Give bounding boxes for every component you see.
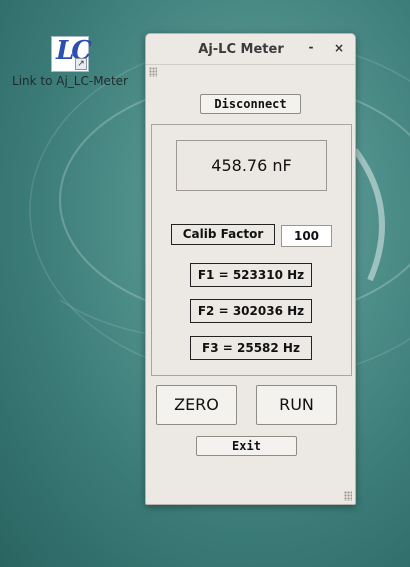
disconnect-button[interactable]: Disconnect bbox=[200, 94, 301, 114]
title-bar[interactable]: Aj-LC Meter - × bbox=[146, 34, 355, 64]
calib-factor-input[interactable] bbox=[281, 225, 332, 247]
calib-factor-label: Calib Factor bbox=[171, 224, 275, 245]
f1-readout: F1 = 523310 Hz bbox=[190, 263, 312, 287]
desktop-icon-label[interactable]: Link to Aj_LC-Meter bbox=[10, 74, 130, 88]
close-button[interactable]: × bbox=[333, 41, 345, 55]
link-arrow-icon: ↗ bbox=[75, 58, 87, 70]
lc-meter-window: Aj-LC Meter - × Disconnect 458.76 nF Cal… bbox=[145, 33, 356, 505]
lc-meter-app-icon[interactable]: LC ↗ bbox=[51, 36, 92, 72]
zero-button[interactable]: ZERO bbox=[156, 385, 237, 425]
f3-readout: F3 = 25582 Hz bbox=[190, 336, 312, 360]
minimize-button[interactable]: - bbox=[304, 40, 318, 56]
exit-button[interactable]: Exit bbox=[196, 436, 297, 456]
resize-grip-icon[interactable] bbox=[344, 491, 352, 501]
f2-readout: F2 = 302036 Hz bbox=[190, 299, 312, 323]
capacitance-reading: 458.76 nF bbox=[176, 140, 327, 191]
run-button[interactable]: RUN bbox=[256, 385, 337, 425]
